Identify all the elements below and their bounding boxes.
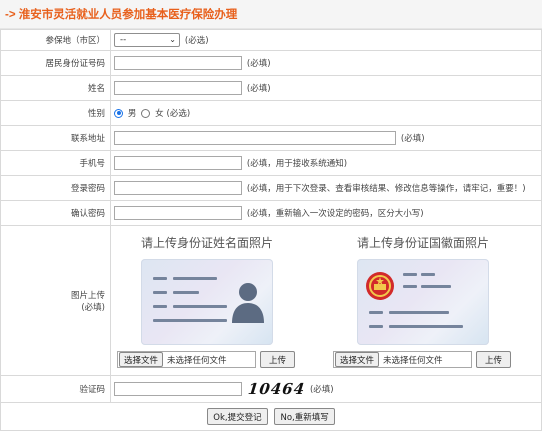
district-note: (必选) xyxy=(184,36,209,46)
id-front-file-row: 选择文件 未选择任何文件 上传 xyxy=(117,351,296,368)
id-back-file-input[interactable]: 选择文件 未选择任何文件 xyxy=(333,351,473,368)
gender-male-radio[interactable] xyxy=(114,108,123,118)
id-front-preview xyxy=(141,259,273,345)
row-captcha: 验证码 10464 (必填) xyxy=(0,375,542,403)
gender-label: 性别 xyxy=(0,100,111,126)
confirm-password-label: 确认密码 xyxy=(0,200,111,226)
password-note: (必填，用于下次登录、查看审核结果、修改信息等操作，请牢记，重要！) xyxy=(246,184,526,194)
address-note: (必填) xyxy=(400,134,425,144)
chevron-down-icon: ⌄ xyxy=(169,35,176,44)
photo-upload-label: 图片上传 xyxy=(70,290,105,301)
id-number-note: (必填) xyxy=(246,59,271,69)
row-address: 联系地址 (必填) xyxy=(0,125,542,151)
row-password: 登录密码 (必填，用于下次登录、查看审核结果、修改信息等操作，请牢记，重要！) xyxy=(0,175,542,201)
id-front-title: 请上传身份证姓名面照片 xyxy=(140,236,273,250)
gender-note: (必选) xyxy=(166,109,191,119)
id-front-upload-button[interactable]: 上传 xyxy=(260,351,296,368)
district-select-value: -- xyxy=(120,35,127,45)
id-front-file-status: 未选择任何文件 xyxy=(167,355,227,366)
row-gender: 性别 男 女 (必选) xyxy=(0,100,542,126)
id-back-file-status: 未选择任何文件 xyxy=(383,355,443,366)
gender-male-label: 男 xyxy=(127,109,137,119)
row-district: 参保地（市区） -- ⌄ (必选) xyxy=(0,29,542,51)
captcha-image[interactable]: 10464 xyxy=(247,380,306,398)
row-actions: Ok,提交登记 No,重新填写 xyxy=(0,402,542,431)
confirm-password-input[interactable] xyxy=(114,206,242,220)
district-select[interactable]: -- ⌄ xyxy=(114,33,180,47)
row-id-number: 居民身份证号码 (必填) xyxy=(0,50,542,76)
gender-female-radio[interactable] xyxy=(141,108,151,118)
row-photo-upload: 图片上传 (必填) 请上传身份证姓名面照片 选择文件 未选择任何文件 上传 请上… xyxy=(0,225,542,376)
address-label: 联系地址 xyxy=(0,125,111,151)
district-label: 参保地（市区） xyxy=(0,29,111,51)
name-label: 姓名 xyxy=(0,75,111,101)
submit-button[interactable]: Ok,提交登记 xyxy=(207,408,268,425)
registration-form: 参保地（市区） -- ⌄ (必选) 居民身份证号码 (必填) 姓名 (必填) 性… xyxy=(0,29,542,431)
page-title: -> 淮安市灵活就业人员参加基本医疗保险办理 xyxy=(5,9,238,21)
gender-female-label: 女 xyxy=(155,109,164,119)
confirm-password-note: (必填，重新输入一次设定的密码，区分大小写) xyxy=(246,209,424,219)
id-back-preview xyxy=(357,259,489,345)
row-confirm-password: 确认密码 (必填，重新输入一次设定的密码，区分大小写) xyxy=(0,200,542,226)
phone-input[interactable] xyxy=(114,156,242,170)
person-silhouette-icon xyxy=(232,283,264,323)
id-front-choose-button[interactable]: 选择文件 xyxy=(119,352,164,367)
national-emblem-icon xyxy=(366,272,394,300)
name-note: (必填) xyxy=(246,84,271,94)
id-back-choose-button[interactable]: 选择文件 xyxy=(335,352,380,367)
name-input[interactable] xyxy=(114,81,242,95)
reset-button[interactable]: No,重新填写 xyxy=(274,408,335,425)
id-number-input[interactable] xyxy=(114,56,242,70)
page-header: -> 淮安市灵活就业人员参加基本医疗保险办理 xyxy=(0,0,542,29)
row-phone: 手机号 (必填，用于接收系统通知) xyxy=(0,150,542,176)
phone-label: 手机号 xyxy=(0,150,111,176)
id-back-file-row: 选择文件 未选择任何文件 上传 xyxy=(333,351,512,368)
id-back-panel: 请上传身份证国徽面照片 选择文件 未选择任何文件 上传 xyxy=(333,226,513,368)
photo-upload-note: (必填) xyxy=(81,302,105,313)
id-back-title: 请上传身份证国徽面照片 xyxy=(356,236,489,250)
id-number-label: 居民身份证号码 xyxy=(0,50,111,76)
captcha-note: (必填) xyxy=(309,385,334,395)
id-front-panel: 请上传身份证姓名面照片 选择文件 未选择任何文件 上传 xyxy=(117,226,297,368)
password-input[interactable] xyxy=(114,181,242,195)
row-name: 姓名 (必填) xyxy=(0,75,542,101)
id-back-upload-button[interactable]: 上传 xyxy=(476,351,512,368)
password-label: 登录密码 xyxy=(0,175,111,201)
address-input[interactable] xyxy=(114,131,396,145)
phone-note: (必填，用于接收系统通知) xyxy=(246,159,348,169)
id-front-file-input[interactable]: 选择文件 未选择任何文件 xyxy=(117,351,257,368)
captcha-label: 验证码 xyxy=(0,375,111,403)
captcha-input[interactable] xyxy=(114,382,242,396)
